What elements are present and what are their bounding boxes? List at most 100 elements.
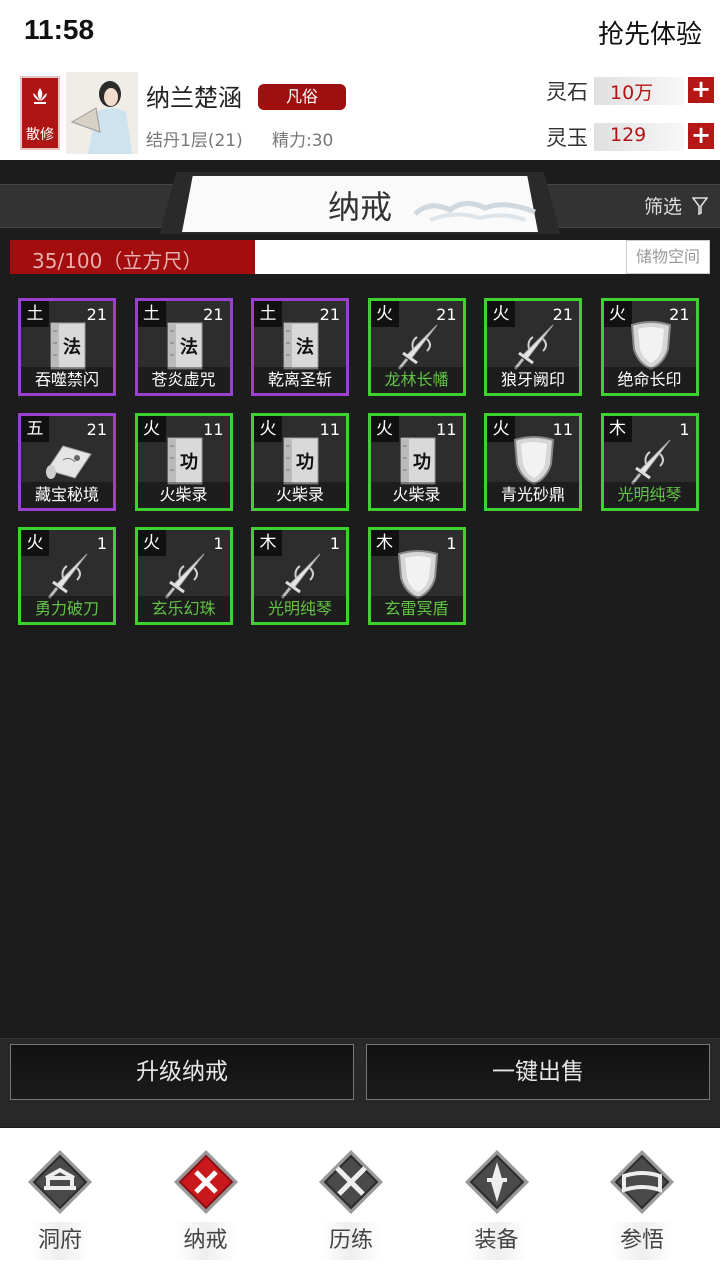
scroll-gong-icon: 功 [160, 434, 210, 488]
early-access-label[interactable]: 抢先体验 [598, 14, 702, 51]
bottom-nav: 洞府 纳戒 历练 装备 参悟 [0, 1128, 720, 1280]
sell-all-button[interactable]: 一键出售 [366, 1044, 710, 1100]
shield-icon [626, 319, 676, 373]
resource-label: 灵玉 [546, 126, 588, 150]
inventory-item[interactable]: 五 21 藏宝秘境 [18, 412, 116, 511]
sect-badge-label: 散修 [26, 127, 54, 143]
svg-text:功: 功 [180, 452, 198, 473]
svg-text:法: 法 [63, 336, 81, 358]
sword-icon [509, 319, 559, 373]
nav-item[interactable]: 装备 [437, 1128, 557, 1280]
book-icon [608, 1148, 676, 1216]
sword-icon [276, 548, 326, 602]
scroll-fa-icon: 法 [160, 319, 210, 373]
shield-icon [509, 434, 559, 488]
upgrade-ring-button[interactable]: 升级纳戒 [10, 1044, 354, 1100]
item-count: 1 [96, 534, 107, 553]
inventory-item[interactable]: 火 11 功火柴录 [251, 412, 349, 511]
item-count: 1 [679, 419, 690, 439]
item-name: 勇力破刀 [21, 596, 113, 622]
nav-item[interactable]: 参悟 [582, 1128, 702, 1280]
svg-text:法: 法 [180, 336, 198, 358]
item-name: 火柴录 [254, 481, 346, 508]
scroll-fa-icon: 法 [43, 319, 93, 373]
scroll-gong-icon: 功 [276, 434, 326, 488]
capacity-bar: 35/100（立方尺） 储物空间 [10, 240, 710, 274]
inventory-item[interactable]: 火 11 功火柴录 [134, 412, 233, 511]
page-title: 纳戒 [327, 188, 392, 226]
inventory-item[interactable]: 木 1 光明纯琴 [600, 412, 699, 511]
item-name: 龙林长幡 [370, 367, 463, 393]
item-name: 玄雷冥盾 [370, 596, 463, 622]
resource-spirit-jade: 灵玉 129 + [546, 122, 716, 152]
item-name: 玄乐幻珠 [137, 596, 230, 622]
item-count: 1 [213, 534, 224, 553]
item-count: 1 [446, 534, 457, 553]
inventory-item[interactable]: 土 21 法吞噬禁闪 [18, 298, 116, 396]
inventory-item[interactable]: 木 1 光明纯琴 [251, 527, 349, 625]
map-scroll-icon [43, 434, 93, 488]
gate-icon [26, 1148, 94, 1216]
nav-item[interactable]: 洞府 [0, 1128, 120, 1280]
item-count: 1 [329, 534, 340, 553]
inventory-item[interactable]: 火 21 狼牙阙印 [484, 298, 582, 396]
avatar[interactable] [66, 72, 138, 154]
filter-button[interactable]: 筛选 [643, 192, 709, 219]
nav-item-label: 历练 [328, 1228, 373, 1253]
funnel-icon [691, 197, 709, 216]
resource-value: 10万 [610, 82, 654, 104]
svg-text:法: 法 [296, 336, 314, 358]
item-name: 苍炎虚咒 [137, 367, 230, 393]
nav-item-label: 装备 [474, 1228, 519, 1253]
status-bar: 11:58 抢先体验 [0, 0, 720, 66]
panel-title-tab: 纳戒 [160, 172, 560, 234]
cultivation-realm: 结丹1层(21) [146, 131, 243, 151]
clock: 11:58 [24, 14, 95, 45]
add-spirit-stone-button[interactable]: + [688, 77, 714, 103]
item-name: 光明纯琴 [603, 481, 696, 508]
player-name: 纳兰楚涵 [146, 84, 242, 112]
close-icon [172, 1148, 240, 1216]
storage-space-button[interactable]: 储物空间 [626, 240, 710, 274]
sect-badge[interactable]: 散修 [20, 76, 60, 150]
scroll-fa-icon: 法 [276, 319, 326, 373]
resource-label: 灵石 [546, 80, 588, 104]
scroll-gong-icon: 功 [393, 434, 443, 488]
inventory-item[interactable]: 火 1 玄乐幻珠 [134, 527, 233, 625]
item-name: 光明纯琴 [254, 596, 346, 622]
sword-icon [393, 319, 443, 373]
item-name: 火柴录 [137, 481, 230, 508]
nav-item-label: 纳戒 [183, 1228, 228, 1253]
item-name: 狼牙阙印 [487, 367, 579, 393]
item-name: 火柴录 [370, 481, 463, 508]
svg-text:功: 功 [296, 452, 314, 473]
item-name: 绝命长印 [603, 367, 696, 393]
crossed-swords-icon [317, 1148, 385, 1216]
item-name: 吞噬禁闪 [21, 367, 113, 393]
resource-spirit-stone: 灵石 10万 + [546, 76, 716, 106]
rank-badge: 凡俗 [258, 84, 346, 110]
inventory-item[interactable]: 火 11 功火柴录 [367, 412, 466, 511]
player-header: 散修 纳兰楚涵 凡俗 结丹1层(21) 精力:30 灵石 10万 + 灵玉 12… [0, 66, 720, 160]
nav-item[interactable]: 纳戒 [146, 1128, 266, 1280]
sword-icon [626, 434, 676, 488]
inventory-item[interactable]: 火 1 勇力破刀 [18, 527, 116, 625]
add-spirit-jade-button[interactable]: + [688, 123, 714, 149]
filter-label: 筛选 [643, 196, 682, 218]
nav-item-label: 参悟 [619, 1228, 664, 1253]
resource-value: 129 [610, 124, 647, 146]
inventory-item[interactable]: 土 21 法苍炎虚咒 [134, 298, 233, 396]
lotus-icon [33, 88, 47, 104]
inventory-item[interactable]: 火 11 青光砂鼎 [484, 412, 582, 511]
sword-icon [160, 548, 210, 602]
inventory-item[interactable]: 火 21 龙林长幡 [367, 298, 466, 396]
inventory-item[interactable]: 木 1 玄雷冥盾 [367, 527, 466, 625]
nav-item-label: 洞府 [37, 1228, 82, 1253]
inventory-item[interactable]: 火 21 绝命长印 [600, 298, 699, 396]
item-name: 乾离圣斩 [254, 367, 346, 393]
shield-icon [393, 548, 443, 602]
svg-text:功: 功 [413, 452, 431, 473]
inventory-item[interactable]: 土 21 法乾离圣斩 [251, 298, 349, 396]
blade-icon [463, 1148, 531, 1216]
nav-item[interactable]: 历练 [291, 1128, 411, 1280]
